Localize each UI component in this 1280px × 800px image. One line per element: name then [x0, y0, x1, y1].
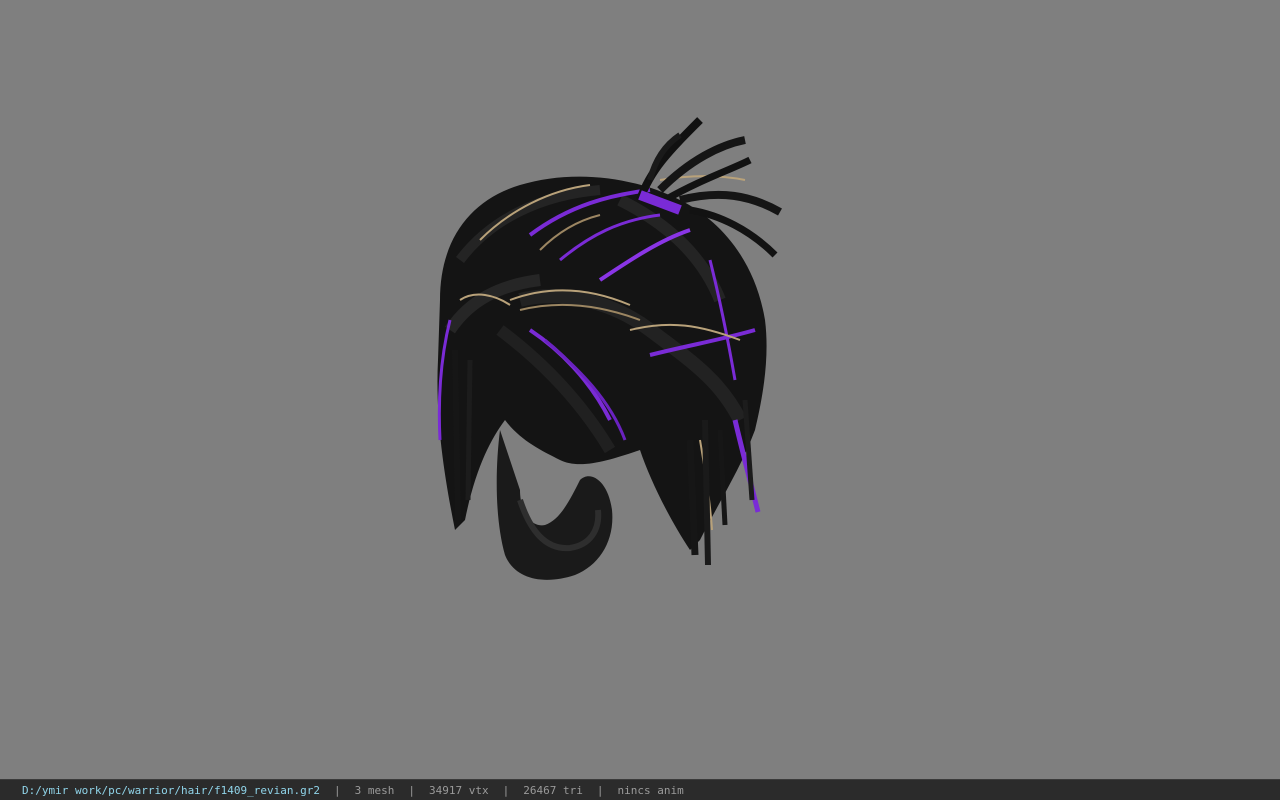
status-separator: | [408, 783, 416, 797]
status-vertex-count: 34917 vtx [429, 783, 489, 797]
status-animation: nincs anim [617, 783, 684, 797]
status-separator: | [596, 783, 604, 797]
hair-model-render [437, 117, 782, 580]
status-bar: D:/ymir work/pc/warrior/hair/f1409_revia… [0, 779, 1280, 800]
status-separator: | [502, 783, 510, 797]
status-triangle-count: 26467 tri [523, 783, 583, 797]
status-mesh-count: 3 mesh [354, 783, 395, 797]
status-file-path: D:/ymir work/pc/warrior/hair/f1409_revia… [22, 783, 321, 797]
status-separator: | [334, 783, 341, 797]
3d-viewport[interactable] [0, 0, 1280, 779]
